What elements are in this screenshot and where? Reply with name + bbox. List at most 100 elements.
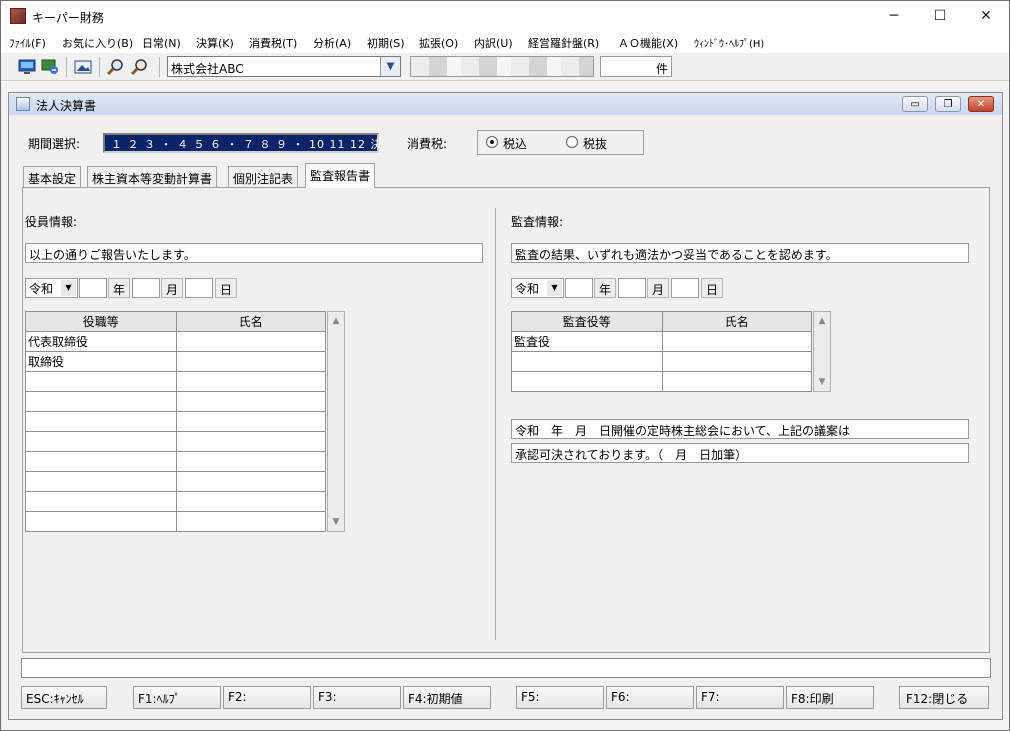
menu-file[interactable]: ﾌｧｲﾙ(F) <box>9 35 46 51</box>
officers-year-input[interactable] <box>79 278 107 298</box>
officer-name-cell[interactable] <box>175 431 327 452</box>
scroll-down-icon[interactable]: ▼ <box>328 514 344 530</box>
tab-equity-statement[interactable]: 株主資本等変動計算書 <box>87 166 218 187</box>
f2-button[interactable]: F2: <box>223 686 311 709</box>
auditor-name-cell[interactable] <box>661 351 813 372</box>
officer-title-cell[interactable] <box>25 431 177 452</box>
officer-title-cell[interactable] <box>25 511 177 532</box>
monitor-icon[interactable] <box>16 57 38 77</box>
officer-name-cell[interactable] <box>175 371 327 392</box>
count-field[interactable]: 件 <box>600 56 672 77</box>
tab-notes[interactable]: 個別注記表 <box>228 166 299 187</box>
menu-extension[interactable]: 拡張(O) <box>419 35 458 51</box>
auditor-title-cell[interactable]: 監査役 <box>511 331 663 352</box>
f3-button[interactable]: F3: <box>313 686 401 709</box>
maximize-button[interactable]: ☐ <box>917 1 963 31</box>
table-row <box>25 491 327 512</box>
menu-ao[interactable]: ＡＯ機能(X) <box>618 35 678 51</box>
tab-basic-settings[interactable]: 基本設定 <box>23 166 82 187</box>
esc-cancel-button[interactable]: ESC:ｷｬﾝｾﾙ <box>21 686 107 709</box>
officer-name-cell[interactable] <box>175 331 327 352</box>
refresh-monitor-icon[interactable] <box>39 57 61 77</box>
officers-era-value: 令和 <box>29 282 54 296</box>
menu-window-help[interactable]: ｳｨﾝﾄﾞｳ･ﾍﾙﾌﾟ(H) <box>694 35 764 50</box>
f6-button[interactable]: F6: <box>606 686 694 709</box>
officer-title-cell[interactable] <box>25 411 177 432</box>
zoom-in-icon[interactable] <box>104 57 126 77</box>
child-restore-button[interactable]: ❐ <box>935 96 961 112</box>
scroll-up-icon[interactable]: ▲ <box>814 313 830 329</box>
meeting-line-1-input[interactable]: 令和 年 月 日開催の定時株主総会において、上記の議案は <box>511 419 969 439</box>
child-title-bar: 法人決算書 ▭ ❐ ✕ <box>9 93 1002 115</box>
officer-title-cell[interactable] <box>25 371 177 392</box>
officers-statement-input[interactable]: 以上の通りご報告いたします。 <box>25 243 483 263</box>
menu-consumption-tax[interactable]: 消費税(T) <box>249 35 297 51</box>
table-row <box>25 371 327 392</box>
f12-close-button[interactable]: F12:閉じる <box>899 686 989 709</box>
menu-closing[interactable]: 決算(K) <box>196 35 234 51</box>
auditors-scrollbar[interactable]: ▲ ▼ <box>813 311 831 392</box>
officer-title-cell[interactable] <box>25 451 177 472</box>
auditor-name-cell[interactable] <box>661 371 813 392</box>
tax-included-radio[interactable] <box>486 136 498 148</box>
close-button[interactable]: ✕ <box>963 1 1009 31</box>
menu-analysis[interactable]: 分析(A) <box>313 35 351 51</box>
chevron-down-icon[interactable]: ▼ <box>380 57 400 76</box>
meeting-line-2-input[interactable]: 承認可決されております。（ 月 日加筆） <box>511 443 969 463</box>
audit-year-input[interactable] <box>565 278 593 298</box>
officers-month-label: 月 <box>161 278 183 298</box>
table-row: 監査役 <box>511 331 813 352</box>
section-divider <box>495 208 496 640</box>
officer-title-cell[interactable] <box>25 471 177 492</box>
audit-month-input[interactable] <box>618 278 646 298</box>
f5-button[interactable]: F5: <box>516 686 604 709</box>
f4-default-button[interactable]: F4:初期値 <box>403 686 491 709</box>
child-close-button[interactable]: ✕ <box>968 96 994 112</box>
officer-name-cell[interactable] <box>175 491 327 512</box>
period-selector[interactable]: １ ２ ３ ・ ４ ５ ６ ・ ７ ８ ９ ・ 10 11 12 決 <box>103 133 381 153</box>
officer-name-cell[interactable] <box>175 351 327 372</box>
officers-day-input[interactable] <box>185 278 213 298</box>
tax-excluded-radio[interactable] <box>566 136 578 148</box>
officer-name-cell[interactable] <box>175 511 327 532</box>
officer-name-cell[interactable] <box>175 471 327 492</box>
audit-day-input[interactable] <box>671 278 699 298</box>
minimize-button[interactable]: ─ <box>871 1 917 31</box>
zoom-out-icon[interactable] <box>128 57 150 77</box>
chevron-down-icon[interactable]: ▼ <box>547 280 562 296</box>
auditors-col-name: 氏名 <box>661 311 813 332</box>
f7-button[interactable]: F7: <box>696 686 784 709</box>
menu-daily[interactable]: 日常(N) <box>142 35 181 51</box>
officer-title-cell[interactable]: 代表取締役 <box>25 331 177 352</box>
officer-name-cell[interactable] <box>175 411 327 432</box>
audit-era-select[interactable]: 令和 ▼ <box>511 278 564 298</box>
chevron-down-icon[interactable]: ▼ <box>61 280 76 296</box>
officers-scrollbar[interactable]: ▲ ▼ <box>327 311 345 532</box>
app-title: キーパー財務 <box>32 11 104 25</box>
company-select[interactable]: 株式会社ABC ▼ <box>167 56 401 77</box>
image-icon[interactable] <box>72 57 94 77</box>
menu-initial[interactable]: 初期(S) <box>367 35 405 51</box>
scroll-up-icon[interactable]: ▲ <box>328 313 344 329</box>
menu-favorites[interactable]: お気に入り(B) <box>62 35 133 51</box>
menu-compass[interactable]: 経営羅針盤(R) <box>528 35 599 51</box>
scroll-down-icon[interactable]: ▼ <box>814 374 830 390</box>
officer-name-cell[interactable] <box>175 391 327 412</box>
officers-month-input[interactable] <box>132 278 160 298</box>
officer-title-cell[interactable]: 取締役 <box>25 351 177 372</box>
officer-title-cell[interactable] <box>25 391 177 412</box>
auditor-name-cell[interactable] <box>661 331 813 352</box>
f1-help-button[interactable]: F1:ﾍﾙﾌﾟ <box>133 686 221 709</box>
auditor-title-cell[interactable] <box>511 351 663 372</box>
officer-name-cell[interactable] <box>175 451 327 472</box>
audit-statement-input[interactable]: 監査の結果、いずれも適法かつ妥当であることを認めます。 <box>511 243 969 263</box>
officers-era-select[interactable]: 令和 ▼ <box>25 278 78 298</box>
f8-print-button[interactable]: F8:印刷 <box>786 686 874 709</box>
menu-breakdown[interactable]: 内訳(U) <box>474 35 513 51</box>
child-minimize-button[interactable]: ▭ <box>902 96 928 112</box>
officer-title-cell[interactable] <box>25 491 177 512</box>
officers-table: 役職等 氏名 代表取締役 取締役 <box>25 311 327 532</box>
tab-audit-report[interactable]: 監査報告書 <box>305 163 376 188</box>
auditors-col-title: 監査役等 <box>511 311 663 332</box>
auditor-title-cell[interactable] <box>511 371 663 392</box>
